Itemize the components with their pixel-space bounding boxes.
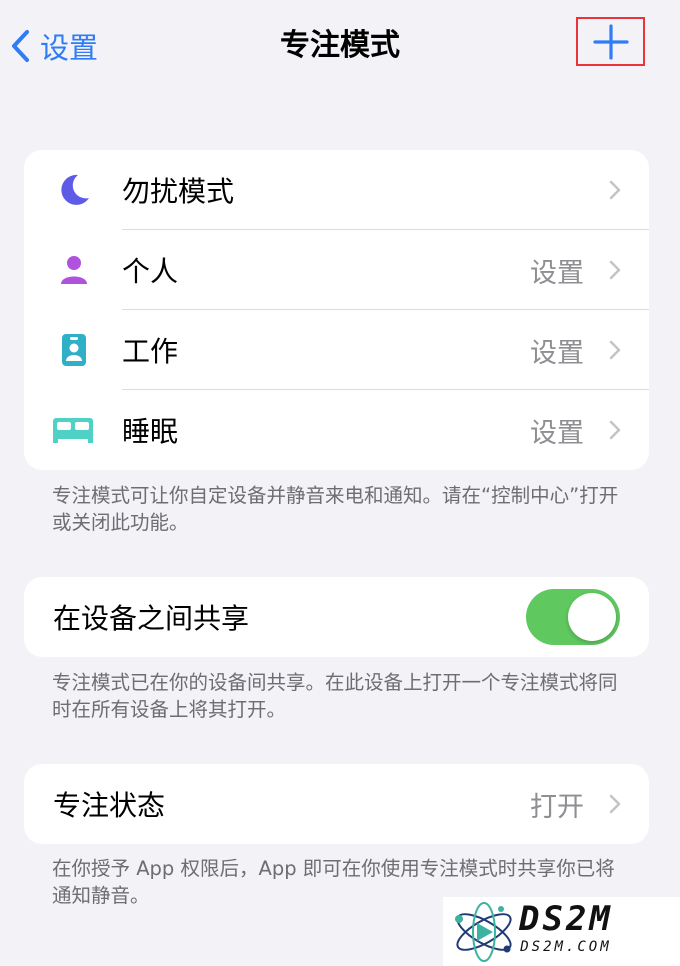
- bed-icon: [46, 408, 100, 452]
- toggle-knob: [568, 593, 616, 641]
- list-item-do-not-disturb[interactable]: 勿扰模式: [24, 150, 649, 230]
- share-footnote: 专注模式已在你的设备间共享。在此设备上打开一个专注模式将同时在所有设备上将其打开…: [52, 671, 618, 721]
- list-item-label: 勿扰模式: [122, 175, 235, 208]
- share-across-devices-toggle[interactable]: [526, 589, 620, 645]
- list-item-value: 设置: [530, 417, 584, 449]
- focus-footnote: 专注模式可让你自定设备并静音来电和通知。请在“控制中心”打开或关闭此功能。: [52, 484, 619, 534]
- atom-logo-icon: [455, 902, 512, 962]
- id-badge-icon: [52, 328, 96, 372]
- focus-modes-list: 勿扰模式 个人 设置 工作 设置 睡眠 设置: [24, 150, 649, 470]
- watermark: DS2M DS2M.COM: [443, 897, 680, 966]
- chevron-right-icon: [609, 420, 621, 440]
- list-item-value: 设置: [530, 337, 584, 369]
- watermark-text: DS2M DS2M.COM: [519, 899, 613, 955]
- list-item-personal[interactable]: 个人 设置: [24, 230, 649, 310]
- chevron-right-icon: [609, 340, 621, 360]
- focus-status-row[interactable]: 专注状态 打开: [24, 764, 649, 844]
- watermark-domain: DS2M.COM: [520, 939, 612, 955]
- navigation-bar: 设置 专注模式: [0, 0, 680, 92]
- plus-icon: [592, 23, 629, 60]
- watermark-brand: DS2M: [519, 899, 613, 939]
- focus-status-value: 打开: [530, 791, 584, 823]
- list-item-value: 设置: [530, 257, 584, 289]
- focus-status-card: 专注状态 打开: [24, 764, 649, 844]
- add-focus-button[interactable]: [576, 17, 645, 66]
- focus-status-label: 专注状态: [53, 789, 166, 822]
- list-item-label: 个人: [122, 255, 179, 288]
- chevron-right-icon: [609, 794, 621, 814]
- person-icon: [52, 248, 96, 292]
- list-item-sleep[interactable]: 睡眠 设置: [24, 390, 649, 470]
- moon-icon: [52, 168, 96, 212]
- share-across-devices-card: 在设备之间共享: [24, 577, 649, 657]
- chevron-right-icon: [609, 260, 621, 280]
- chevron-right-icon: [609, 180, 621, 200]
- list-item-work[interactable]: 工作 设置: [24, 310, 649, 390]
- share-across-devices-label: 在设备之间共享: [53, 602, 250, 635]
- list-item-label: 工作: [122, 335, 179, 368]
- list-item-label: 睡眠: [122, 415, 179, 448]
- share-across-devices-row: 在设备之间共享: [24, 577, 649, 657]
